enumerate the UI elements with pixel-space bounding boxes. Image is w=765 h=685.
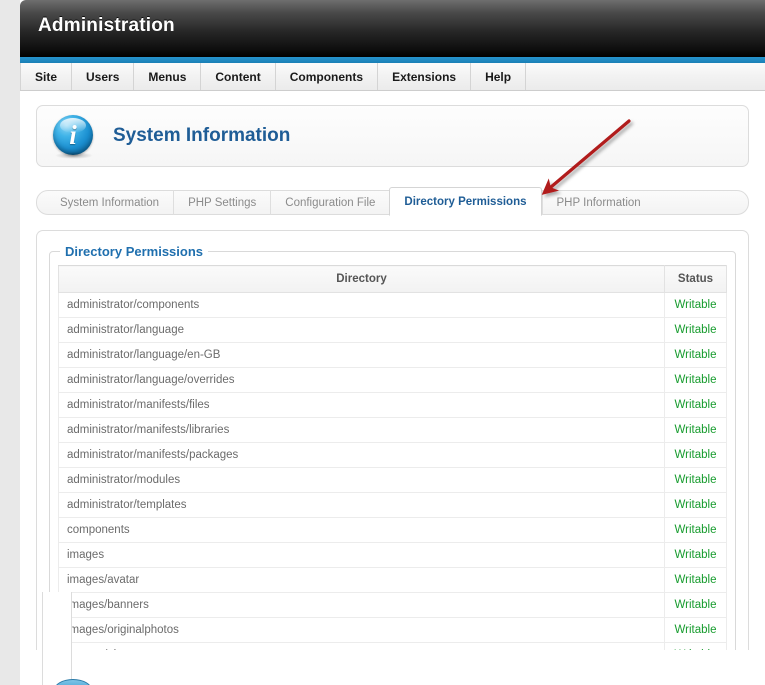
- cell-directory: images/banners: [58, 592, 665, 618]
- menu-item-site[interactable]: Site: [20, 63, 73, 90]
- cell-status: Writable: [664, 517, 727, 543]
- cell-directory: administrator/templates: [58, 492, 665, 518]
- menu-item-help[interactable]: Help: [471, 63, 527, 90]
- cell-status: Writable: [664, 367, 727, 393]
- cell-directory: administrator/language: [58, 317, 665, 343]
- cell-directory: administrator/manifests/libraries: [58, 417, 665, 443]
- admin-header: Administration: [20, 0, 765, 57]
- info-icon-shadow: [55, 152, 93, 159]
- page-title: System Information: [113, 125, 291, 146]
- tab-system-information[interactable]: System Information: [46, 190, 173, 215]
- cell-status: Writable: [664, 642, 727, 650]
- cell-directory: administrator/components: [58, 292, 665, 318]
- cell-directory: components: [58, 517, 665, 543]
- cell-status: Writable: [664, 592, 727, 618]
- cell-directory: images/avatar: [58, 567, 665, 593]
- cell-status: Writable: [664, 442, 727, 468]
- tab-strip: System Information PHP Settings Configur…: [36, 187, 749, 216]
- table-row: administrator/language/overrides Writable: [58, 367, 727, 393]
- cell-directory: images: [58, 542, 665, 568]
- cell-status: Writable: [664, 492, 727, 518]
- fieldset-legend: Directory Permissions: [65, 244, 204, 259]
- tab-configuration-file[interactable]: Configuration File: [270, 190, 389, 215]
- table-row: administrator/manifests/packages Writable: [58, 442, 727, 468]
- page-body: i System Information System Information …: [20, 105, 765, 685]
- cell-status: Writable: [664, 617, 727, 643]
- menu-item-content[interactable]: Content: [201, 63, 276, 90]
- admin-page-shell: Administration Site Users Menus Content …: [20, 0, 765, 685]
- menu-item-components[interactable]: Components: [276, 63, 379, 90]
- page-title-panel: i System Information: [36, 105, 749, 167]
- cell-status: Writable: [664, 392, 727, 418]
- menu-item-menus[interactable]: Menus: [134, 63, 202, 90]
- cell-directory: images/originalphotos: [58, 617, 665, 643]
- admin-title: Administration: [38, 15, 175, 36]
- tab-php-information[interactable]: PHP Information: [541, 190, 655, 215]
- table-row: images Writable: [58, 542, 727, 568]
- menu-item-extensions[interactable]: Extensions: [378, 63, 472, 90]
- cell-status: Writable: [664, 542, 727, 568]
- cell-status: Writable: [664, 467, 727, 493]
- cell-status: Writable: [664, 292, 727, 318]
- table-row: administrator/language Writable: [58, 317, 727, 343]
- cell-status: Writable: [664, 417, 727, 443]
- cell-status: Writable: [664, 342, 727, 368]
- table-row: administrator/manifests/files Writable: [58, 392, 727, 418]
- cell-directory: images/photos: [58, 642, 665, 650]
- info-icon-glyph: i: [69, 120, 77, 150]
- cell-directory: administrator/manifests/packages: [58, 442, 665, 468]
- table-row: administrator/language/en-GB Writable: [58, 342, 727, 368]
- table-row: images/photosWritable: [58, 642, 727, 650]
- directory-permissions-fieldset: Directory Permissions Directory Status a…: [49, 244, 736, 650]
- table-row: administrator/components Writable: [58, 292, 727, 318]
- table-head: Directory Status: [58, 265, 727, 293]
- cell-directory: administrator/modules: [58, 467, 665, 493]
- table-row: images/originalphotos Writable: [58, 617, 727, 643]
- left-rail: [42, 592, 72, 685]
- table-row: administrator/templates Writable: [58, 492, 727, 518]
- table-row: images/avatar Writable: [58, 567, 727, 593]
- cell-directory: administrator/language/overrides: [58, 367, 665, 393]
- cell-status: Writable: [664, 317, 727, 343]
- directory-permissions-panel: Directory Permissions Directory Status a…: [36, 230, 749, 650]
- main-menu-bar: Site Users Menus Content Components Exte…: [20, 63, 765, 91]
- tab-directory-permissions[interactable]: Directory Permissions: [389, 187, 542, 216]
- table-row: components Writable: [58, 517, 727, 543]
- info-icon: i: [53, 115, 95, 159]
- table-row: administrator/modules Writable: [58, 467, 727, 493]
- cell-status: Writable: [664, 567, 727, 593]
- table-row: administrator/manifests/libraries Writabl…: [58, 417, 727, 443]
- tab-php-settings[interactable]: PHP Settings: [173, 190, 270, 215]
- table-body: administrator/components Writable administ…: [58, 292, 727, 650]
- screenshot-root: Administration Site Users Menus Content …: [0, 0, 765, 685]
- column-header-directory: Directory: [58, 265, 665, 293]
- directory-permissions-table: Directory Status administrator/component…: [58, 265, 727, 650]
- menu-item-users[interactable]: Users: [72, 63, 135, 90]
- table-row: images/banners Writable: [58, 592, 727, 618]
- table-header-row: Directory Status: [58, 265, 727, 293]
- cell-directory: administrator/manifests/files: [58, 392, 665, 418]
- column-header-status: Status: [664, 265, 727, 293]
- tab-list: System Information PHP Settings Configur…: [46, 187, 655, 216]
- cell-directory: administrator/language/en-GB: [58, 342, 665, 368]
